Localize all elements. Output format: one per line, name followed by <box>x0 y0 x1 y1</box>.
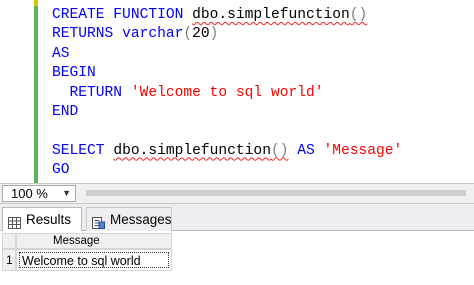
code-line[interactable]: END <box>52 103 402 122</box>
grid-icon <box>8 213 21 229</box>
code-token: ) <box>209 26 219 43</box>
code-line[interactable]: CREATE FUNCTION dbo.simplefunction() <box>52 6 402 25</box>
zoom-dropdown[interactable]: 100 % ▼ <box>2 185 76 202</box>
code-token: BEGIN <box>52 65 96 82</box>
row-number[interactable]: 1 <box>2 249 16 271</box>
results-grid-area: Message 1 Welcome to sql world <box>0 231 474 285</box>
grid-corner[interactable] <box>2 233 16 249</box>
code-line[interactable]: SELECT dbo.simplefunction() AS 'Message' <box>52 142 402 161</box>
editor-status-bar: 100 % ▼ <box>0 183 474 204</box>
tab-results-label: Results <box>26 212 72 227</box>
code-token: 'Message' <box>323 142 403 159</box>
horizontal-scrollbar[interactable] <box>80 187 470 199</box>
change-tracking-bar <box>34 0 38 183</box>
code-token: dbo.simplefunction <box>192 7 350 23</box>
code-token: ( <box>183 26 193 43</box>
code-token: 'Welcome to sql world' <box>130 84 324 101</box>
table-cell[interactable]: Welcome to sql world <box>16 249 172 271</box>
code-token: RETURN <box>52 84 131 101</box>
messages-icon <box>92 213 105 229</box>
code-token: AS <box>52 45 70 62</box>
query-editor[interactable]: CREATE FUNCTION dbo.simplefunction() RETU… <box>0 0 474 183</box>
column-header-message[interactable]: Message <box>16 233 172 249</box>
code-line[interactable]: RETURN 'Welcome to sql world' <box>52 84 402 103</box>
tab-messages-label: Messages <box>110 212 172 227</box>
editor-gutter <box>0 0 34 183</box>
code-token: varchar <box>122 26 184 43</box>
code-token: () <box>270 142 289 159</box>
selected-cell-value[interactable]: Welcome to sql world <box>19 252 169 268</box>
code-token: AS <box>288 142 324 159</box>
sql-code[interactable]: CREATE FUNCTION dbo.simplefunction() RETU… <box>52 6 402 181</box>
results-tab-strip: Results Messages <box>0 204 474 231</box>
chevron-down-icon: ▼ <box>62 188 71 198</box>
scrollbar-thumb[interactable] <box>86 190 466 196</box>
tab-results[interactable]: Results <box>2 207 82 231</box>
code-line[interactable]: AS <box>52 45 402 64</box>
code-token: RETURNS <box>52 26 123 43</box>
tab-messages[interactable]: Messages <box>86 207 172 231</box>
code-line[interactable] <box>52 122 402 141</box>
code-line[interactable]: GO <box>52 161 402 180</box>
code-token: SELECT <box>52 142 114 159</box>
code-token: () <box>349 7 368 23</box>
code-token: CREATE FUNCTION <box>52 7 193 23</box>
code-token: END <box>52 103 79 120</box>
code-token: 20 <box>192 26 210 43</box>
code-token: GO <box>52 162 70 179</box>
code-token: dbo.simplefunction <box>113 142 271 159</box>
code-line[interactable]: BEGIN <box>52 64 402 83</box>
code-line[interactable]: RETURNS varchar(20) <box>52 25 402 44</box>
change-tracking-bar-unsaved <box>34 0 38 6</box>
zoom-value: 100 % <box>11 186 48 201</box>
